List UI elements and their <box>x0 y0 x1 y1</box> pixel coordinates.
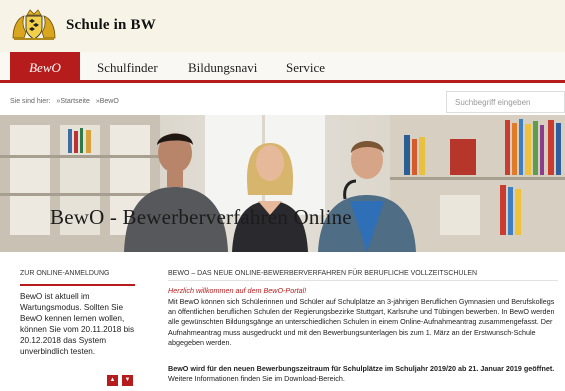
announcement-text: BewO wird für den neuen Bewerbungszeitra… <box>168 364 563 384</box>
sidebar-divider <box>20 284 135 286</box>
main-title: BEWO – DAS NEUE ONLINE-BEWERBERVERFAHREN… <box>168 270 478 277</box>
nav-item-schulfinder[interactable]: Schulfinder <box>97 52 158 83</box>
sidebar-title: ZUR ONLINE-ANMELDUNG <box>20 270 110 277</box>
nav-item-bewo[interactable]: BewO <box>10 52 80 83</box>
body-text: Mit BewO können sich Schülerinnen und Sc… <box>168 297 555 347</box>
announcement-strong: BewO wird für den neuen Bewerbungszeitra… <box>168 364 555 373</box>
search-input[interactable] <box>446 91 565 113</box>
triangle-down-icon[interactable]: ▼ <box>122 375 133 386</box>
breadcrumb: Sie sind hier: »Startseite »BewO <box>10 98 123 105</box>
hero-photo <box>0 115 565 252</box>
hero-title: BewO - Bewerberverfahren Online <box>50 205 352 229</box>
site-header: Schule in BW <box>0 0 565 52</box>
main-divider <box>168 280 558 281</box>
hero-banner <box>0 115 565 252</box>
nav-item-service[interactable]: Service <box>286 52 325 83</box>
main-navigation: BewO Schulfinder Bildungsnavi Service <box>0 52 565 83</box>
breadcrumb-link-bewo[interactable]: »BewO <box>96 98 119 105</box>
breadcrumb-prefix: Sie sind hier: <box>10 98 51 105</box>
coat-of-arms-icon[interactable] <box>10 8 58 42</box>
breadcrumb-link-startseite[interactable]: »Startseite <box>56 98 89 105</box>
sidebar-text: BewO ist aktuell im Wartungsmodus. Sollt… <box>20 292 135 356</box>
announcement-tail: Weitere Informationen finden Sie im Down… <box>168 374 345 384</box>
site-title[interactable]: Schule in BW <box>66 17 156 34</box>
triangle-up-icon[interactable]: ▲ <box>107 375 118 386</box>
intro-text: Herzlich willkommen auf dem BewO-Portal! <box>168 286 307 295</box>
nav-item-bildungsnavi[interactable]: Bildungsnavi <box>188 52 257 83</box>
